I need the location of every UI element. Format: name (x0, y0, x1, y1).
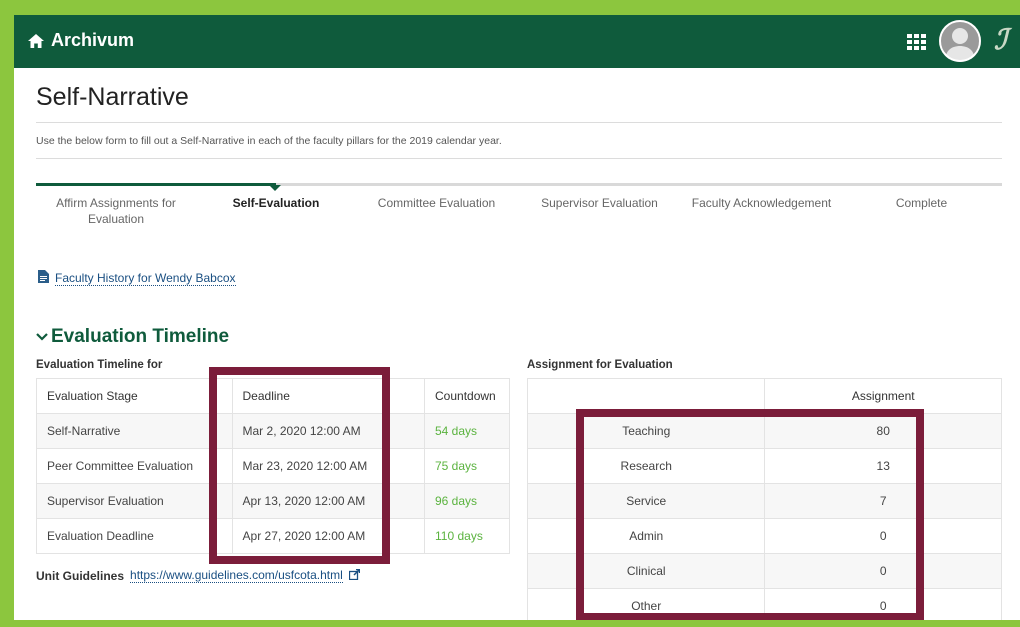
divider (36, 122, 1002, 123)
user-avatar-icon[interactable] (939, 20, 981, 62)
countdown-cell: 96 days (424, 483, 510, 519)
section-title: Evaluation Timeline (51, 326, 230, 347)
stage-cell: Supervisor Evaluation (36, 483, 233, 519)
stepper-progress (36, 183, 276, 186)
step-affirm-assignments[interactable]: Affirm Assignments for Evaluation (36, 195, 196, 227)
step-committee-evaluation[interactable]: Committee Evaluation (359, 195, 514, 211)
countdown-cell: 75 days (424, 448, 510, 484)
step-faculty-acknowledgement[interactable]: Faculty Acknowledgement (679, 195, 844, 211)
column-header: Countdown (424, 378, 510, 414)
assignment-caption: Assignment for Evaluation (527, 359, 673, 371)
step-self-evaluation[interactable]: Self-Evaluation (206, 195, 346, 211)
assignment-highlight-box (576, 409, 924, 620)
stepper-caret-icon (269, 185, 281, 191)
page-title: Self-Narrative (36, 83, 189, 111)
countdown-cell: 110 days (424, 518, 510, 554)
faculty-history-link[interactable]: Faculty History for Wendy Babcox (38, 270, 236, 286)
top-navbar: Archivum ℐ (14, 15, 1020, 68)
faculty-history-label: Faculty History for Wendy Babcox (55, 270, 236, 286)
external-link-icon[interactable] (348, 568, 361, 583)
university-logo: ℐ (994, 23, 1008, 56)
app-title: Archivum (51, 30, 135, 50)
stage-cell: Self-Narrative (36, 413, 233, 449)
countdown-cell: 54 days (424, 413, 510, 449)
document-icon (38, 270, 49, 286)
page-intro: Use the below form to fill out a Self-Na… (36, 135, 502, 147)
divider (36, 158, 1002, 159)
unit-guidelines: Unit Guidelines https://www.guidelines.c… (36, 568, 361, 583)
stage-cell: Peer Committee Evaluation (36, 448, 233, 484)
unit-guidelines-label: Unit Guidelines (36, 568, 125, 583)
deadline-highlight-box (209, 367, 390, 564)
unit-guidelines-link[interactable]: https://www.guidelines.com/usfcota.html (130, 568, 343, 583)
timeline-caption: Evaluation Timeline for (36, 359, 163, 371)
evaluation-timeline-toggle[interactable]: Evaluation Timeline (36, 326, 229, 348)
apps-grid-icon[interactable] (907, 34, 927, 50)
stage-cell: Evaluation Deadline (36, 518, 233, 554)
column-header: Evaluation Stage (36, 378, 233, 414)
step-supervisor-evaluation[interactable]: Supervisor Evaluation (522, 195, 677, 211)
home-icon (28, 33, 44, 48)
chevron-down-icon (36, 326, 48, 348)
brand-link[interactable]: Archivum (28, 30, 134, 51)
step-complete[interactable]: Complete (874, 195, 969, 211)
app-window: Archivum ℐ Self-Narrative Use the below … (14, 15, 1020, 620)
